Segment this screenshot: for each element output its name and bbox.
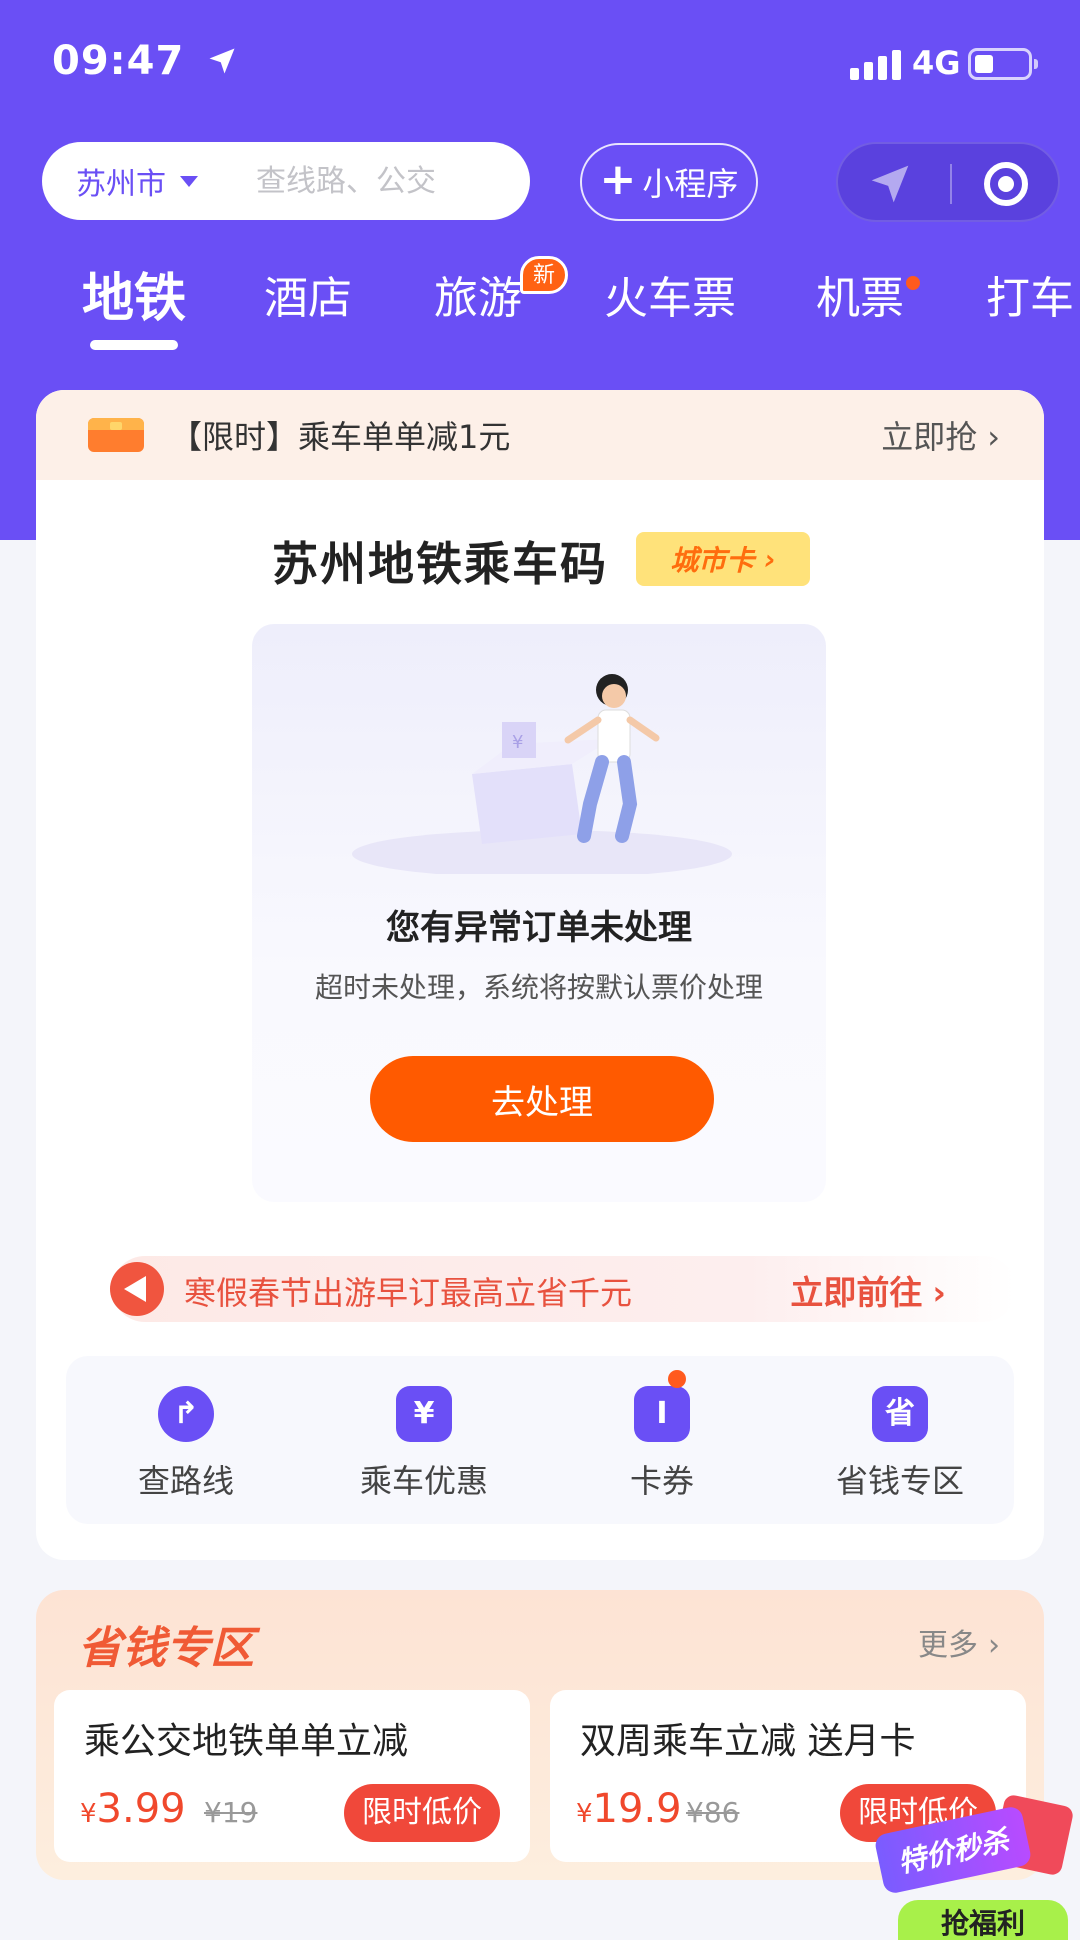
speaker-icon bbox=[110, 1262, 164, 1316]
quick-action-ride-discount[interactable]: ¥ 乘车优惠 bbox=[324, 1386, 524, 1502]
grab-welfare-button[interactable]: 抢福利 bbox=[898, 1900, 1068, 1940]
currency-symbol: ¥ bbox=[576, 1799, 593, 1829]
promo-strip[interactable]: 【限时】乘车单单减1元 立即抢 › bbox=[36, 390, 1044, 480]
promo-cta-label: 立即抢 bbox=[881, 418, 978, 456]
coupon-notification-dot bbox=[668, 1370, 686, 1388]
city-selector[interactable]: 苏州市 bbox=[76, 159, 198, 203]
tab-taxi[interactable]: 打车 bbox=[986, 262, 1080, 326]
deal-price: ¥3.99 bbox=[80, 1786, 186, 1832]
notification-dot bbox=[906, 276, 920, 290]
search-input[interactable] bbox=[254, 162, 474, 200]
save-icon: 省 bbox=[872, 1386, 928, 1442]
city-name: 苏州市 bbox=[76, 167, 166, 202]
status-time: 09:47 bbox=[52, 38, 185, 84]
quick-actions: ↱ 查路线 ¥ 乘车优惠 I 卡券 省 省钱专区 bbox=[66, 1356, 1014, 1524]
quick-action-route[interactable]: ↱ 查路线 bbox=[86, 1386, 286, 1502]
quick-action-label: 乘车优惠 bbox=[359, 1462, 488, 1500]
network-type: 4G bbox=[912, 44, 961, 82]
active-tab-indicator bbox=[90, 340, 178, 350]
plus-icon: + bbox=[599, 154, 637, 205]
promo-cta[interactable]: 立即抢 › bbox=[881, 412, 1000, 458]
notice-bar[interactable]: 寒假春节出游早订最高立省千元 立即前往 › bbox=[110, 1256, 1016, 1322]
deal-card[interactable]: 乘公交地铁单单立减 ¥3.99 ¥19 限时低价 bbox=[54, 1690, 530, 1862]
metro-code-card: 【限时】乘车单单减1元 立即抢 › 苏州地铁乘车码 城市卡 › ¥ 您有异常订单未处… bbox=[36, 390, 1044, 1560]
new-badge: 新 bbox=[520, 256, 569, 294]
order-description: 超时未处理，系统将按默认票价处理 bbox=[314, 971, 763, 1004]
tab-train-ticket[interactable]: 火车票 bbox=[604, 262, 736, 326]
city-card-button[interactable]: 城市卡 › bbox=[636, 532, 810, 586]
location-arrow-icon bbox=[207, 40, 237, 86]
battery-icon bbox=[968, 48, 1038, 80]
chevron-right-icon: › bbox=[764, 542, 776, 576]
tab-metro[interactable]: 地铁 bbox=[82, 256, 186, 331]
deal-tag: 限时低价 bbox=[344, 1784, 500, 1842]
deal-price: ¥19.9 bbox=[576, 1786, 682, 1832]
deal-price-value: 3.99 bbox=[96, 1786, 186, 1832]
quick-action-label: 查路线 bbox=[137, 1462, 234, 1500]
process-order-button[interactable]: 去处理 bbox=[370, 1056, 714, 1142]
tab-hotel[interactable]: 酒店 bbox=[264, 262, 352, 326]
target-icon[interactable] bbox=[984, 162, 1028, 206]
city-card-label: 城市卡 bbox=[670, 544, 755, 577]
chevron-right-icon: › bbox=[932, 1273, 946, 1312]
status-bar: 09:47 4G bbox=[0, 0, 1080, 120]
notice-text: 寒假春节出游早订最高立省千元 bbox=[184, 1274, 633, 1312]
deal-price-value: 19.9 bbox=[592, 1786, 682, 1832]
chevron-right-icon: › bbox=[987, 418, 1000, 456]
mini-program-button[interactable]: + 小程序 bbox=[580, 143, 758, 221]
abnormal-order-panel: ¥ 您有异常订单未处理 超时未处理，系统将按默认票价处理 去处理 bbox=[252, 624, 826, 1202]
search-bar: 苏州市 bbox=[42, 142, 530, 220]
quick-action-label: 卡券 bbox=[629, 1462, 694, 1500]
deal-title: 乘公交地铁单单立减 bbox=[84, 1721, 409, 1762]
ticket-icon: I bbox=[634, 1386, 690, 1442]
mini-program-label: 小程序 bbox=[642, 165, 739, 203]
page-title: 苏州地铁乘车码 bbox=[272, 537, 608, 591]
deal-old-price: ¥86 bbox=[686, 1796, 740, 1829]
deal-old-price: ¥19 bbox=[204, 1796, 258, 1829]
signal-icon bbox=[850, 48, 901, 80]
tab-air-ticket[interactable]: 机票 bbox=[816, 262, 904, 326]
quick-action-savings-zone[interactable]: 省 省钱专区 bbox=[800, 1386, 1000, 1502]
chevron-right-icon: › bbox=[988, 1628, 1000, 1663]
quick-action-label: 省钱专区 bbox=[835, 1462, 964, 1500]
capsule-menu bbox=[836, 142, 1060, 222]
order-title: 您有异常订单未处理 bbox=[386, 908, 692, 948]
notice-cta-label: 立即前往 bbox=[790, 1273, 923, 1312]
savings-title: 省钱专区 bbox=[78, 1623, 254, 1674]
deal-title: 双周乘车立减 送月卡 bbox=[580, 1721, 916, 1762]
tab-travel[interactable]: 旅游 bbox=[434, 262, 522, 326]
wallet-icon bbox=[88, 418, 144, 452]
currency-symbol: ¥ bbox=[80, 1799, 97, 1829]
navigation-arrow-icon[interactable] bbox=[868, 162, 912, 210]
savings-more-link[interactable]: 更多 › bbox=[918, 1620, 1000, 1664]
quick-action-coupons[interactable]: I 卡券 bbox=[562, 1386, 762, 1502]
capsule-divider bbox=[950, 164, 952, 204]
promo-text: 【限时】乘车单单减1元 bbox=[170, 418, 511, 456]
route-icon: ↱ bbox=[158, 1386, 214, 1442]
flash-sale-label: 特价秒杀 bbox=[873, 1805, 1033, 1895]
svg-text:¥: ¥ bbox=[512, 732, 523, 753]
yen-wallet-icon: ¥ bbox=[396, 1386, 452, 1442]
savings-more-label: 更多 bbox=[918, 1628, 978, 1663]
flash-sale-float[interactable]: 特价秒杀 抢福利 bbox=[873, 1793, 1075, 1940]
person-box-illustration: ¥ bbox=[352, 674, 732, 874]
caret-down-icon bbox=[180, 175, 198, 187]
notice-cta[interactable]: 立即前往 › bbox=[790, 1266, 946, 1314]
